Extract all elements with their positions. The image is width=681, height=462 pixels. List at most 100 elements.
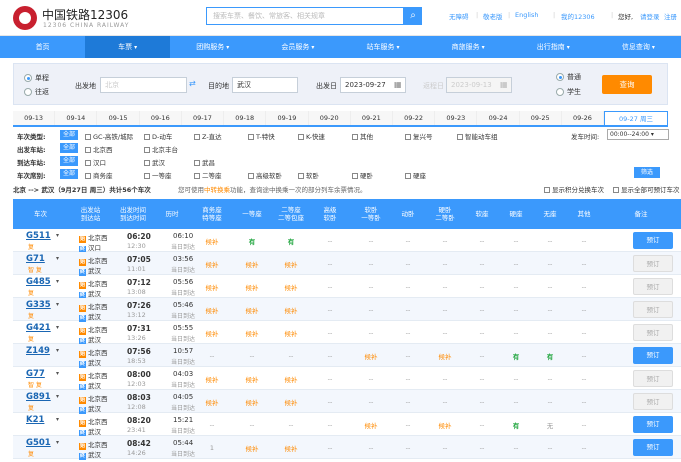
filter-type-smart[interactable]: 智能动车组 [457,131,498,141]
seat-availability[interactable]: 候补 [191,229,233,252]
seat-availability[interactable]: 候补 [271,436,311,459]
chevron-down-icon[interactable]: ▾ [56,301,59,308]
train-number[interactable]: G77 [26,369,45,379]
filter-seat[interactable]: 高级软卧 [248,170,282,180]
seat-availability[interactable]: 有 [271,229,311,252]
seat-availability[interactable]: 候补 [425,413,465,436]
opt-points[interactable]: 显示积分兑换车次 [544,184,604,196]
book-button[interactable]: 预订 [633,370,673,387]
filter-to-station[interactable]: 武昌 [194,157,215,167]
book-button[interactable]: 预订 [633,393,673,410]
book-button[interactable]: 预订 [633,301,673,318]
link-my12306[interactable]: 我的12306 [561,11,595,21]
chevron-down-icon[interactable]: ▾ [56,232,59,239]
nav-station[interactable]: 站车服务 ▾ [341,36,426,58]
date-tab[interactable]: 09-26 [561,111,605,125]
filter-seat[interactable]: 商务座 [85,170,113,180]
seat-availability[interactable]: 候补 [233,321,271,344]
train-number[interactable]: Z149 [26,346,50,356]
train-number[interactable]: K21 [26,415,44,425]
filter-to-station[interactable]: 武汉 [144,157,165,167]
seat-availability[interactable]: 候补 [271,367,311,390]
book-button[interactable]: 预订 [633,416,673,433]
nav-group[interactable]: 团购服务 ▾ [170,36,255,58]
filter-seat[interactable]: 硬座 [405,170,426,180]
railway-logo-icon[interactable] [13,6,37,30]
search-icon[interactable]: ⌕ [404,7,422,25]
seat-availability[interactable]: 有 [233,229,271,252]
seat-availability[interactable]: 候补 [191,390,233,413]
site-search-input[interactable]: 搜索车票、餐饮、常旅客、相关规章 [206,7,404,25]
train-number[interactable]: G485 [26,277,51,287]
query-button[interactable]: 查询 [602,75,652,94]
seat-availability[interactable]: 候补 [271,298,311,321]
depart-time-select[interactable]: 00:00--24:00 ▾ [607,129,669,140]
calendar-icon[interactable]: ▦ [394,80,402,89]
chevron-down-icon[interactable]: ▾ [56,416,59,423]
book-button[interactable]: 预订 [633,439,673,456]
seat-availability[interactable]: 候补 [233,390,271,413]
seat-availability[interactable]: 候补 [233,436,271,459]
filter-seat-all[interactable]: 全部 [60,169,78,179]
filter-type-other[interactable]: 其他 [352,131,373,141]
date-tab[interactable]: 09-21 [350,111,393,125]
seat-availability[interactable]: 有 [499,413,533,436]
date-tab[interactable]: 09-24 [477,111,520,125]
chevron-down-icon[interactable]: ▾ [56,278,59,285]
seat-availability[interactable]: 候补 [233,367,271,390]
date-tab-current[interactable]: 09-27 周三 [604,111,668,125]
seat-availability[interactable]: 候补 [191,298,233,321]
link-accessibility[interactable]: 无障碍 [449,11,469,21]
filter-type-z[interactable]: Z-直达 [194,131,222,141]
train-number[interactable]: G71 [26,254,45,264]
nav-business[interactable]: 商旅服务 ▾ [426,36,511,58]
date-tab[interactable]: 09-20 [308,111,351,125]
calendar-icon[interactable]: ▦ [500,80,508,89]
seat-availability[interactable]: 候补 [271,275,311,298]
train-number[interactable]: G501 [26,438,51,448]
filter-type-d[interactable]: D-动车 [144,131,172,141]
seat-availability[interactable]: 候补 [233,298,271,321]
column-header[interactable]: 出发时间 到达时间 [113,199,153,229]
book-button[interactable]: 预订 [633,347,673,364]
seat-availability[interactable]: 1 [191,436,233,459]
seat-availability[interactable]: 候补 [271,321,311,344]
date-tab[interactable]: 09-18 [224,111,267,125]
login-link[interactable]: 请登录 [640,11,660,21]
nav-member[interactable]: 会员服务 ▾ [255,36,340,58]
filter-type-gc[interactable]: GC-高铁/城际 [85,131,133,141]
to-station-input[interactable]: 武汉 [232,77,298,93]
seat-availability[interactable]: 无 [533,413,567,436]
radio-passenger-normal[interactable] [556,73,564,81]
seat-availability[interactable]: 候补 [351,413,391,436]
train-number[interactable]: G421 [26,323,51,333]
seat-availability[interactable]: 候补 [233,252,271,275]
filter-from-station[interactable]: 北京丰台 [144,144,178,154]
chevron-down-icon[interactable]: ▾ [56,347,59,354]
link-english[interactable]: English [515,11,538,19]
date-tab[interactable]: 09-17 [181,111,225,125]
date-tab[interactable]: 09-15 [97,111,140,125]
nav-home[interactable]: 首页 [0,36,85,58]
book-button[interactable]: 预订 [633,324,673,341]
date-tab[interactable]: 09-13 [13,111,56,125]
swap-icon[interactable]: ⇄ [189,79,199,89]
opt-all[interactable]: 显示全部可预订车次 [613,184,680,196]
train-number[interactable]: G511 [26,231,51,241]
seat-availability[interactable]: 候补 [425,344,465,367]
chevron-down-icon[interactable]: ▾ [56,255,59,262]
filter-seat[interactable]: 硬卧 [352,170,373,180]
filter-seat[interactable]: 二等座 [194,170,222,180]
register-link[interactable]: 注册 [664,11,677,21]
book-button[interactable]: 预订 [633,278,673,295]
chevron-down-icon[interactable]: ▾ [56,393,59,400]
date-tab[interactable]: 09-25 [519,111,562,125]
seat-availability[interactable]: 候补 [191,252,233,275]
date-tab[interactable]: 09-19 [266,111,309,125]
train-number[interactable]: G891 [26,392,51,402]
date-tab[interactable]: 09-23 [435,111,478,125]
from-station-input[interactable]: 北京 [100,77,187,93]
seat-availability[interactable]: 有 [499,344,533,367]
seat-availability[interactable]: 候补 [271,252,311,275]
filter-type-t[interactable]: T-特快 [248,131,275,141]
